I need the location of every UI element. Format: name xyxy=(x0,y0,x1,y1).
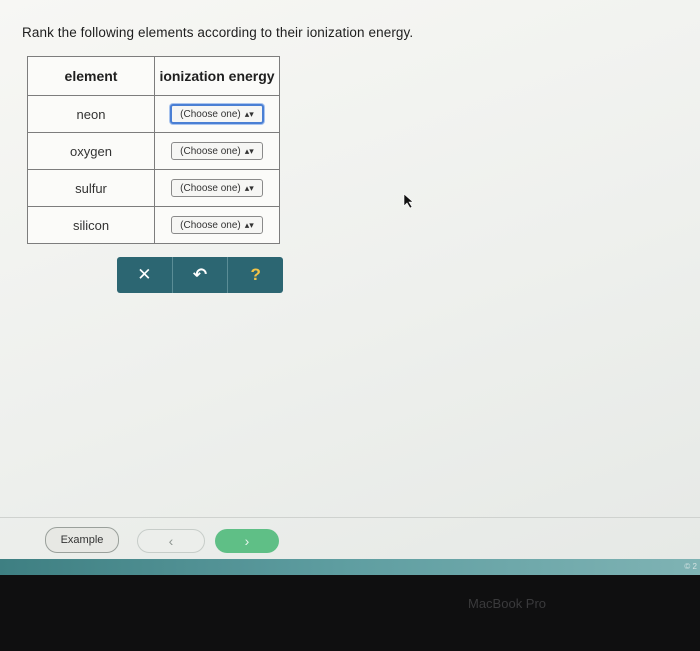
select-arrows-icon: ▴▾ xyxy=(244,183,254,193)
element-cell-oxygen: oxygen xyxy=(27,132,155,170)
rank-cell: (Choose one) ▴▾ xyxy=(154,169,280,207)
rank-select-silicon[interactable]: (Choose one) ▴▾ xyxy=(171,216,263,234)
table-row: sulfur (Choose one) ▴▾ xyxy=(27,169,280,207)
chevron-right-icon: › xyxy=(244,533,250,549)
chevron-left-icon: ‹ xyxy=(168,533,174,549)
next-button[interactable]: › xyxy=(215,529,279,553)
example-button[interactable]: Example xyxy=(45,527,119,553)
select-value: (Choose one) xyxy=(180,183,241,194)
undo-button[interactable]: ↶ xyxy=(171,257,228,293)
close-icon: ✕ xyxy=(137,265,152,284)
select-arrows-icon: ▴▾ xyxy=(244,109,254,119)
taskbar-strip: © 2 xyxy=(0,559,700,575)
footer-divider xyxy=(0,517,700,518)
answer-toolbar: ✕ ↶ ? xyxy=(117,257,283,293)
element-cell-sulfur: sulfur xyxy=(27,169,155,207)
column-header-element: element xyxy=(27,56,155,96)
select-arrows-icon: ▴▾ xyxy=(244,220,254,230)
rank-cell: (Choose one) ▴▾ xyxy=(154,95,280,133)
corner-text: © 2 xyxy=(684,562,697,571)
rank-select-oxygen[interactable]: (Choose one) ▴▾ xyxy=(171,142,263,160)
select-value: (Choose one) xyxy=(180,146,241,157)
table-row: silicon (Choose one) ▴▾ xyxy=(27,206,280,244)
mouse-pointer-icon xyxy=(403,193,414,209)
element-cell-silicon: silicon xyxy=(27,206,155,244)
rank-select-neon[interactable]: (Choose one) ▴▾ xyxy=(170,104,264,124)
table-row: neon (Choose one) ▴▾ xyxy=(27,95,280,133)
question-prompt: Rank the following elements according to… xyxy=(22,25,414,40)
rank-select-sulfur[interactable]: (Choose one) ▴▾ xyxy=(171,179,263,197)
clear-button[interactable]: ✕ xyxy=(117,257,172,293)
previous-button[interactable]: ‹ xyxy=(137,529,205,553)
column-header-ionization-energy: ionization energy xyxy=(154,56,280,96)
table-header-row: element ionization energy xyxy=(27,56,280,96)
help-icon: ? xyxy=(250,265,261,284)
rank-cell: (Choose one) ▴▾ xyxy=(154,206,280,244)
bezel-label: MacBook Pro xyxy=(468,596,547,611)
rank-cell: (Choose one) ▴▾ xyxy=(154,132,280,170)
table-row: oxygen (Choose one) ▴▾ xyxy=(27,132,280,170)
app-screen: Rank the following elements according to… xyxy=(0,0,700,560)
select-value: (Choose one) xyxy=(180,220,241,231)
undo-icon: ↶ xyxy=(192,265,208,284)
help-button[interactable]: ? xyxy=(227,257,283,293)
ranking-table: element ionization energy neon (Choose o… xyxy=(27,56,280,244)
element-cell-neon: neon xyxy=(27,95,155,133)
select-value: (Choose one) xyxy=(180,109,241,120)
laptop-bezel: MacBook Pro xyxy=(0,575,700,651)
select-arrows-icon: ▴▾ xyxy=(244,146,254,156)
